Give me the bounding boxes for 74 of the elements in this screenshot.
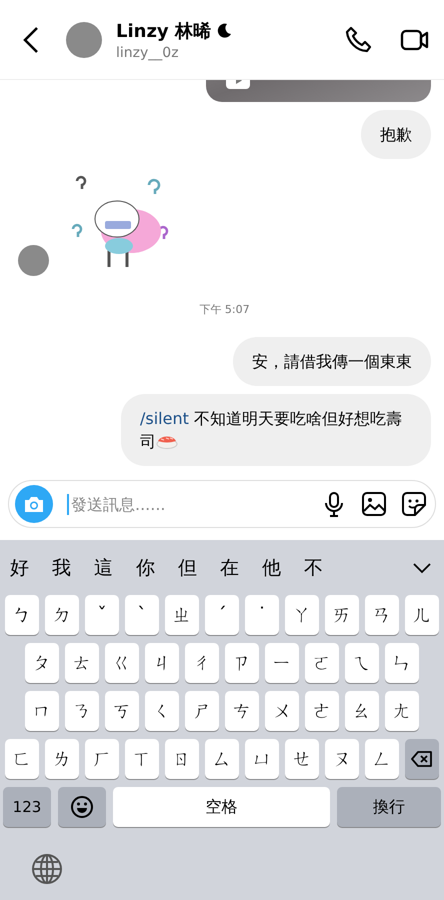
keyboard-key[interactable]: ㄚ	[285, 595, 319, 635]
keyboard-key[interactable]: ㄈ	[5, 739, 39, 779]
keyboard-key[interactable]: ㄖ	[165, 739, 199, 779]
candidate-word[interactable]: 你	[136, 554, 158, 580]
username: linzy__0z	[116, 44, 180, 60]
keyboard-key[interactable]: ㄅ	[5, 595, 39, 635]
keyboard-key[interactable]: ㄓ	[165, 595, 199, 635]
candidate-word[interactable]: 我	[52, 554, 74, 580]
avatar[interactable]	[66, 22, 102, 58]
keyboard-key[interactable]: ㄢ	[365, 595, 399, 635]
candidate-word[interactable]: 不	[304, 554, 326, 580]
keyboard-key[interactable]: ㄡ	[325, 739, 359, 779]
return-key[interactable]: 換行	[337, 787, 441, 827]
keyboard-key[interactable]: ㄐ	[145, 643, 179, 683]
camera-button[interactable]	[15, 485, 53, 523]
contact-name: Linzy 林晞	[116, 20, 211, 42]
candidate-word[interactable]: 但	[178, 554, 200, 580]
keyboard-key[interactable]: ㄆ	[25, 643, 59, 683]
keyboard-key[interactable]: ㄎ	[105, 691, 139, 731]
keyboard-key[interactable]: ㄍ	[105, 643, 139, 683]
backspace-icon	[411, 751, 433, 767]
message-input[interactable]: 發送訊息......	[67, 494, 307, 514]
keyboard-key[interactable]: ˙	[245, 595, 279, 635]
keyboard-key[interactable]: ㄦ	[405, 595, 439, 635]
keyboard-key[interactable]: ㄗ	[225, 643, 259, 683]
back-icon[interactable]	[22, 26, 40, 54]
keyboard-key[interactable]: ㄙ	[205, 739, 239, 779]
keyboard-key[interactable]: ㄟ	[345, 643, 379, 683]
keyboard-key[interactable]: ˊ	[205, 595, 239, 635]
candidate-word[interactable]: 在	[220, 554, 242, 580]
keyboard-key[interactable]: ㄕ	[185, 691, 219, 731]
keyboard-key[interactable]: ㄣ	[385, 643, 419, 683]
keyboard-key[interactable]: ˇ	[85, 595, 119, 635]
sticker-icon[interactable]	[401, 491, 427, 517]
chevron-down-icon[interactable]	[412, 562, 432, 574]
smiley-icon	[70, 795, 94, 819]
keyboard-key[interactable]: ㄋ	[65, 691, 99, 731]
keyboard-key[interactable]: ㄝ	[285, 739, 319, 779]
keyboard-key[interactable]: ㄩ	[245, 739, 279, 779]
keyboard-key[interactable]: ㄜ	[305, 691, 339, 731]
keyboard-key[interactable]: ㄌ	[45, 739, 79, 779]
camera-icon	[23, 495, 45, 513]
keyboard-key[interactable]: ㄑ	[145, 691, 179, 731]
timestamp: 下午 5:07	[199, 302, 250, 317]
keyboard-key[interactable]: ㄛ	[305, 643, 339, 683]
message-bubble: 抱歉	[361, 110, 431, 159]
candidate-word[interactable]: 好	[10, 554, 32, 580]
keyboard-key[interactable]: ㄨ	[265, 691, 299, 731]
backspace-key[interactable]	[405, 739, 439, 779]
keyboard-key[interactable]: ㄞ	[325, 595, 359, 635]
keyboard-key[interactable]: ㄧ	[265, 643, 299, 683]
space-key[interactable]: 空格	[113, 787, 330, 827]
message-bubble: /silent 不知道明天要吃啥但好想吃壽司	[121, 394, 431, 466]
keyboard-key[interactable]: ㄘ	[225, 691, 259, 731]
moon-icon	[216, 23, 232, 38]
emoji-key[interactable]	[58, 787, 106, 827]
numbers-key[interactable]: 123	[3, 787, 51, 827]
keyboard-key[interactable]: ㄠ	[345, 691, 379, 731]
candidate-word[interactable]: 他	[262, 554, 284, 580]
globe-icon[interactable]	[31, 853, 63, 885]
keyboard-key[interactable]: ㄇ	[25, 691, 59, 731]
image-icon[interactable]	[361, 491, 387, 517]
keyboard-key[interactable]: ㄒ	[125, 739, 159, 779]
message-bubble: 安，請借我傳一個東東	[233, 337, 431, 386]
keyboard-key[interactable]: ㄊ	[65, 643, 99, 683]
phone-icon[interactable]	[344, 24, 374, 54]
keyboard-key[interactable]: ㄥ	[365, 739, 399, 779]
keyboard-key[interactable]: ˋ	[125, 595, 159, 635]
keyboard-key[interactable]: ㄉ	[45, 595, 79, 635]
avatar	[18, 245, 49, 276]
keyboard-key[interactable]: ㄏ	[85, 739, 119, 779]
keyboard-key[interactable]: ㄤ	[385, 691, 419, 731]
candidate-word[interactable]: 這	[94, 554, 116, 580]
keyboard-key[interactable]: ㄔ	[185, 643, 219, 683]
